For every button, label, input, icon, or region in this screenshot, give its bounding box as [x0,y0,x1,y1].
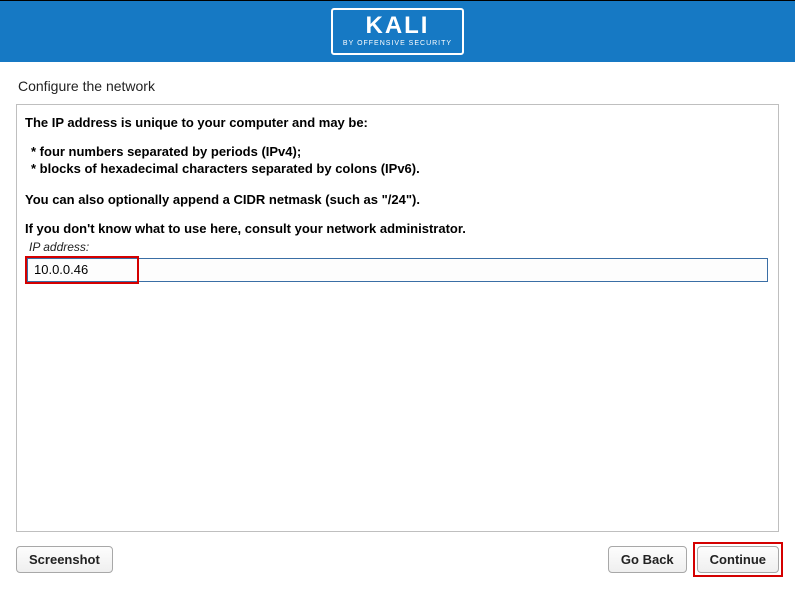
page-title: Configure the network [0,62,795,104]
go-back-button[interactable]: Go Back [608,546,687,573]
content-frame: The IP address is unique to your compute… [16,104,779,532]
screenshot-button[interactable]: Screenshot [16,546,113,573]
footer-bar: Screenshot Go Back Continue [0,532,795,573]
kali-logo: KALI BY OFFENSIVE SECURITY [331,8,464,55]
consult-text: If you don't know what to use here, cons… [25,221,770,236]
bullet-ipv4: * four numbers separated by periods (IPv… [31,144,770,161]
cidr-text: You can also optionally append a CIDR ne… [25,192,770,207]
ip-address-input[interactable] [27,258,768,282]
logo-text: KALI [343,14,452,38]
continue-button[interactable]: Continue [697,546,779,573]
ip-address-label: IP address: [29,240,770,254]
intro-text: The IP address is unique to your compute… [25,115,770,130]
bullet-ipv6: * blocks of hexadecimal characters separ… [31,161,770,178]
logo-subtitle: BY OFFENSIVE SECURITY [343,40,452,47]
header-banner: KALI BY OFFENSIVE SECURITY [0,0,795,62]
